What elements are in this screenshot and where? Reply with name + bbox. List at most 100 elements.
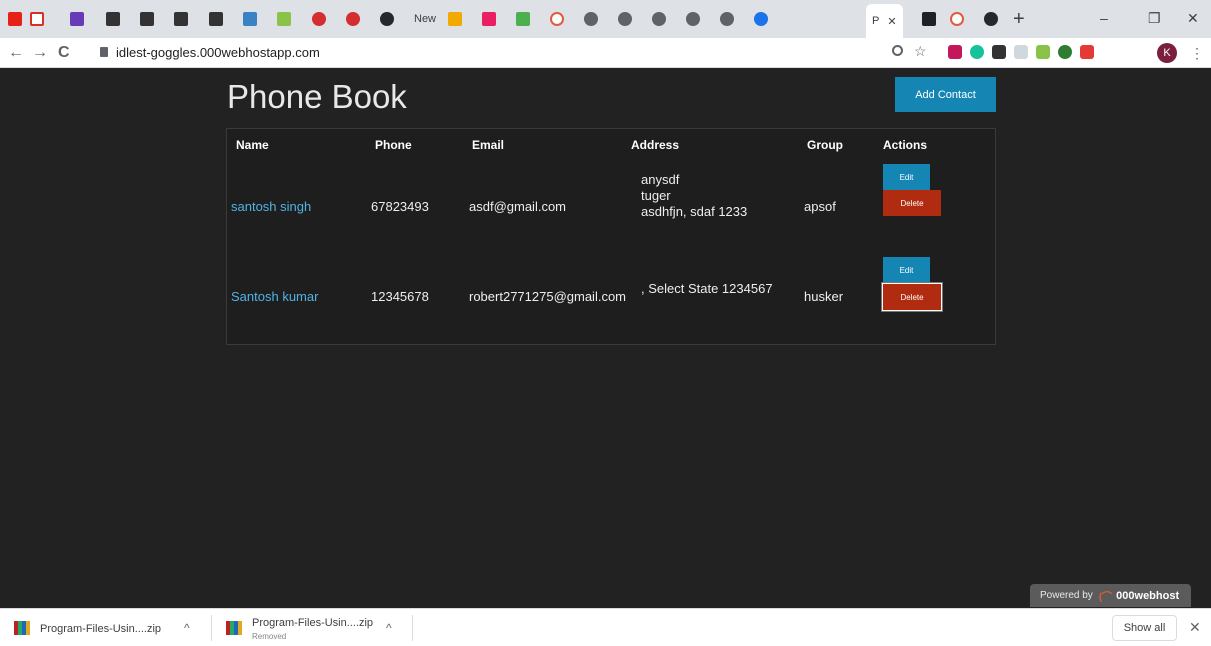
globe-icon — [618, 12, 632, 26]
download-item-name[interactable]: Program-Files-Usin....zip — [40, 623, 161, 635]
webhost-icon — [950, 12, 964, 26]
arrow-icon — [516, 12, 530, 26]
infinity-icon — [243, 12, 257, 26]
red-circle-icon — [346, 12, 360, 26]
chevron-up-icon[interactable]: ^ — [184, 621, 190, 635]
col-header-name: Name — [236, 138, 269, 152]
col-header-group: Group — [807, 138, 843, 152]
zip-file-icon — [226, 621, 242, 635]
cc-icon — [106, 12, 120, 26]
contact-name-link[interactable]: Santosh kumar — [231, 289, 318, 304]
tab-youtube[interactable] — [8, 8, 22, 30]
tab-active[interactable]: P ✕ — [866, 4, 903, 38]
page-content: Phone Book Add Contact Name Phone Email … — [0, 68, 1211, 608]
extension-icon[interactable] — [1058, 45, 1072, 59]
address-line: asdhfjn, sdaf 1233 — [641, 204, 748, 219]
tab-label: P — [872, 15, 880, 27]
edit-button[interactable]: Edit — [883, 164, 930, 190]
downloads-bar: Program-Files-Usin....zip ^ Program-File… — [0, 608, 1211, 646]
contact-phone: 67823493 — [371, 199, 429, 214]
incognito-icon[interactable] — [992, 45, 1006, 59]
powered-brand: 000webhost — [1116, 589, 1180, 602]
tab-ext[interactable] — [277, 8, 291, 30]
menu-icon[interactable]: ⋮ — [1190, 45, 1204, 62]
bookmark-star-icon[interactable]: ☆ — [914, 43, 928, 59]
dark-site-icon — [922, 12, 936, 26]
tab-globe-5[interactable] — [720, 8, 734, 30]
minimize-button[interactable]: – — [1100, 10, 1108, 26]
tab-close-icon[interactable]: ✕ — [887, 15, 896, 28]
forward-button[interactable]: → — [32, 44, 48, 62]
chevron-up-icon[interactable]: ^ — [386, 621, 392, 635]
profile-avatar[interactable]: K — [1157, 43, 1177, 63]
tab-cc-2[interactable] — [140, 8, 154, 30]
tab-red-2[interactable] — [346, 8, 360, 30]
tab-globe-3[interactable] — [652, 8, 666, 30]
delete-button[interactable]: Delete — [883, 190, 941, 216]
close-window-button[interactable]: ✕ — [1187, 10, 1199, 27]
address-line: anysdf — [641, 172, 680, 187]
hourglass-icon — [448, 12, 462, 26]
back-button[interactable]: ← — [8, 44, 24, 62]
reload-button[interactable]: C — [58, 44, 70, 62]
tab-globe-1[interactable] — [584, 8, 598, 30]
tab-cc-4[interactable] — [209, 8, 223, 30]
show-all-button[interactable]: Show all — [1112, 615, 1177, 641]
extension-icon[interactable] — [1036, 45, 1050, 59]
tab-red-1[interactable] — [312, 8, 326, 30]
zoom-icon[interactable] — [892, 45, 903, 56]
contact-group: apsof — [804, 199, 836, 214]
delete-button[interactable]: Delete — [882, 283, 942, 311]
tab-github[interactable] — [380, 8, 394, 30]
contact-email: robert2771275@gmail.com — [469, 289, 627, 304]
page-title: Phone Book — [227, 78, 407, 115]
grammarly-icon[interactable] — [970, 45, 984, 59]
tab-gmail[interactable] — [30, 8, 44, 30]
tab-host-1[interactable] — [550, 8, 564, 30]
powered-by-text: Powered by — [1040, 590, 1093, 601]
tab-github-2[interactable] — [984, 8, 998, 30]
red-circle-icon — [312, 12, 326, 26]
close-downloads-icon[interactable]: ✕ — [1189, 619, 1201, 636]
shield-icon[interactable] — [1080, 45, 1094, 59]
lock-icon[interactable] — [100, 47, 108, 57]
tab-host-2[interactable] — [950, 8, 964, 30]
tab-globe-2[interactable] — [618, 8, 632, 30]
extension-icon[interactable] — [1014, 45, 1028, 59]
tab-globe-4[interactable] — [686, 8, 700, 30]
contact-phone: 12345678 — [371, 289, 429, 304]
divider — [412, 615, 413, 641]
restore-button[interactable]: ❐ — [1148, 10, 1161, 27]
download-item-status: Removed — [252, 632, 287, 641]
globe-icon — [652, 12, 666, 26]
powered-by-badge[interactable]: Powered by (⌒ 000webhost — [1030, 584, 1191, 607]
divider — [211, 615, 212, 641]
cc-icon — [174, 12, 188, 26]
address-bar[interactable]: idlest-goggles.000webhostapp.com — [116, 45, 320, 60]
add-contact-button[interactable]: Add Contact — [895, 77, 996, 112]
pocket-icon[interactable] — [948, 45, 962, 59]
browser-toolbar: ← → C idlest-goggles.000webhostapp.com ☆… — [0, 38, 1211, 68]
github-icon — [380, 12, 394, 26]
globe-icon — [584, 12, 598, 26]
puzzle-icon — [482, 12, 496, 26]
contact-address: , Select State 1234567 — [641, 281, 773, 297]
tab-forms[interactable] — [70, 8, 84, 30]
forms-icon — [70, 12, 84, 26]
new-tab-button[interactable]: + — [1013, 8, 1025, 31]
tab-new-page[interactable]: New — [414, 8, 436, 30]
extension-icon — [277, 12, 291, 26]
tab-hourglass[interactable] — [448, 8, 462, 30]
tab-cc-3[interactable] — [174, 8, 188, 30]
contact-name-link[interactable]: santosh singh — [231, 199, 311, 214]
edit-button[interactable]: Edit — [883, 257, 930, 283]
tab-infinity[interactable] — [243, 8, 257, 30]
tab-dark[interactable] — [922, 8, 936, 30]
tab-cc-1[interactable] — [106, 8, 120, 30]
contact-group: husker — [804, 289, 844, 304]
tab-colorful[interactable] — [482, 8, 496, 30]
download-item-name[interactable]: Program-Files-Usin....zip — [252, 617, 373, 629]
col-header-phone: Phone — [375, 138, 412, 152]
tab-arrow[interactable] — [516, 8, 530, 30]
tab-gear[interactable] — [754, 8, 768, 30]
